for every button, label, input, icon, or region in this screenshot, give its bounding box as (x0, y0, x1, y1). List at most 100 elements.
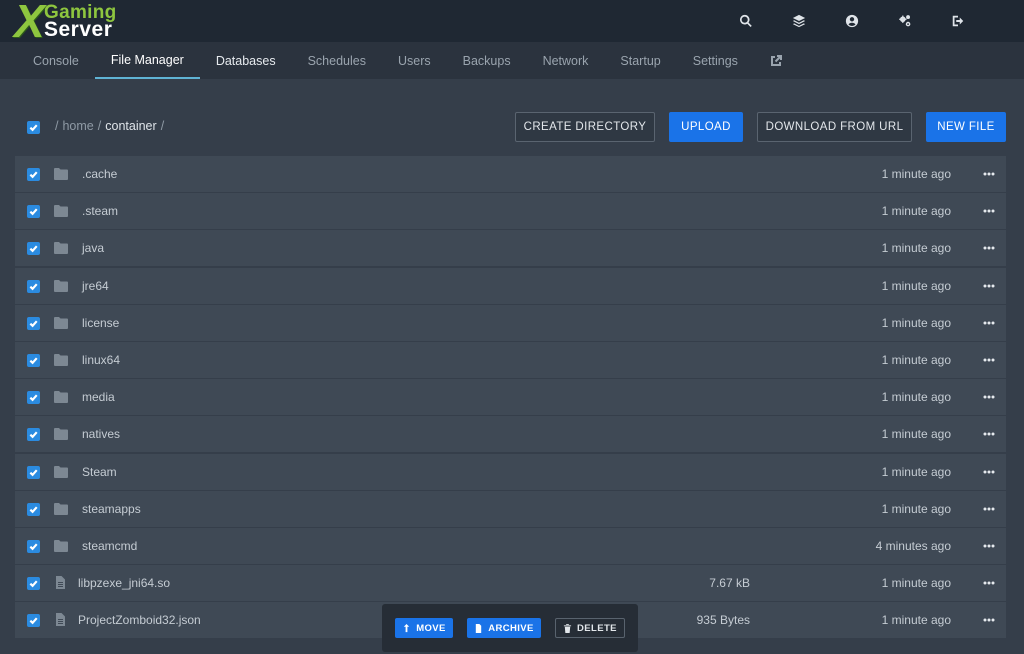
ellipsis-icon[interactable] (982, 166, 996, 182)
file-name[interactable]: steamcmd (82, 539, 137, 553)
delete-label: DELETE (577, 622, 617, 634)
move-button[interactable]: MOVE (395, 618, 453, 638)
file-row[interactable]: libpzexe_jni64.so 7.67 kB 1 minute ago (15, 565, 1006, 602)
file-icon (53, 613, 67, 627)
tab-schedules[interactable]: Schedules (292, 42, 382, 79)
create-directory-button[interactable]: CREATE DIRECTORY (515, 112, 655, 142)
file-modified: 1 minute ago (881, 464, 951, 479)
row-checkbox[interactable] (27, 465, 40, 479)
download-from-url-button[interactable]: DOWNLOAD FROM URL (757, 112, 912, 142)
file-modified: 1 minute ago (881, 278, 951, 293)
breadcrumb-separator: / (55, 119, 59, 133)
file-modified: 1 minute ago (881, 315, 951, 330)
tab-file-manager[interactable]: File Manager (94, 42, 200, 79)
folder-row[interactable]: .cache 1 minute ago (15, 156, 1006, 192)
row-checkbox[interactable] (27, 428, 40, 442)
row-checkbox[interactable] (27, 242, 40, 256)
ellipsis-icon[interactable] (982, 612, 996, 628)
tab-console[interactable]: Console (17, 42, 95, 79)
ellipsis-icon[interactable] (982, 278, 996, 294)
folder-row[interactable]: jre64 1 minute ago (15, 267, 1006, 304)
ellipsis-icon[interactable] (982, 426, 996, 442)
folder-icon (54, 167, 68, 180)
file-name[interactable]: Steam (82, 465, 117, 479)
folder-row[interactable]: steamapps 1 minute ago (15, 490, 1006, 527)
folder-row[interactable]: natives 1 minute ago (15, 416, 1006, 453)
breadcrumb-home[interactable]: home (62, 119, 93, 133)
folder-row[interactable]: linux64 1 minute ago (15, 341, 1006, 378)
folder-row[interactable]: java 1 minute ago (15, 230, 1006, 267)
tab-users[interactable]: Users (382, 42, 447, 79)
archive-label: ARCHIVE (488, 622, 534, 634)
cogs-icon[interactable] (878, 0, 931, 42)
file-size: 935 Bytes (696, 613, 750, 628)
archive-button[interactable]: ARCHIVE (467, 618, 541, 638)
tab-backups[interactable]: Backups (447, 42, 527, 79)
ellipsis-icon[interactable] (982, 389, 996, 405)
ellipsis-icon[interactable] (982, 240, 996, 256)
file-name[interactable]: ProjectZomboid32.json (78, 613, 201, 627)
row-checkbox[interactable] (27, 391, 40, 405)
breadcrumb-separator: / (97, 119, 102, 133)
file-modified: 1 minute ago (881, 241, 951, 256)
folder-icon (54, 316, 68, 329)
row-checkbox[interactable] (27, 353, 40, 367)
row-checkbox[interactable] (27, 614, 40, 628)
folder-icon (54, 539, 68, 552)
file-name[interactable]: license (82, 316, 119, 330)
external-link-icon[interactable] (754, 42, 798, 79)
tab-startup[interactable]: Startup (604, 42, 676, 79)
ellipsis-icon[interactable] (982, 501, 996, 517)
file-modified: 1 minute ago (881, 576, 951, 591)
file-modified: 1 minute ago (881, 427, 951, 442)
ellipsis-icon[interactable] (982, 575, 996, 591)
logo[interactable]: X Gaming Server (14, 0, 126, 44)
top-icon-bar (719, 0, 984, 42)
row-checkbox[interactable] (27, 316, 40, 330)
folder-icon (54, 465, 68, 478)
new-file-button[interactable]: NEW FILE (926, 112, 1006, 142)
layers-icon[interactable] (772, 0, 825, 42)
tab-databases[interactable]: Databases (200, 42, 292, 79)
tab-settings[interactable]: Settings (677, 42, 754, 79)
logo-text-bottom: Server (44, 18, 113, 41)
logo-mark: X (14, 0, 45, 47)
file-name[interactable]: jre64 (82, 279, 109, 293)
row-checkbox[interactable] (27, 539, 40, 553)
folder-row[interactable]: license 1 minute ago (15, 304, 1006, 341)
upload-button[interactable]: UPLOAD (669, 112, 743, 142)
row-checkbox[interactable] (27, 279, 40, 293)
folder-row[interactable]: steamcmd 4 minutes ago (15, 527, 1006, 564)
ellipsis-icon[interactable] (982, 315, 996, 331)
file-name[interactable]: media (82, 390, 115, 404)
move-label: MOVE (416, 622, 446, 634)
ellipsis-icon[interactable] (982, 352, 996, 368)
row-checkbox[interactable] (27, 168, 40, 181)
folder-row[interactable]: Steam 1 minute ago (15, 453, 1006, 490)
file-name[interactable]: libpzexe_jni64.so (78, 576, 170, 590)
sign-out-icon[interactable] (931, 0, 984, 42)
file-name[interactable]: steamapps (82, 502, 141, 516)
row-checkbox[interactable] (27, 502, 40, 516)
ellipsis-icon[interactable] (982, 203, 996, 219)
move-icon (404, 623, 410, 632)
folder-icon (54, 241, 68, 255)
ellipsis-icon[interactable] (982, 464, 996, 480)
search-icon[interactable] (719, 0, 772, 42)
file-name[interactable]: .steam (82, 204, 118, 218)
top-bar: X Gaming Server (0, 0, 1024, 44)
file-name[interactable]: .cache (82, 167, 117, 181)
file-name[interactable]: java (82, 241, 104, 255)
select-all-checkbox[interactable] (27, 121, 40, 134)
user-icon[interactable] (825, 0, 878, 42)
row-checkbox[interactable] (27, 205, 40, 219)
folder-row[interactable]: media 1 minute ago (15, 379, 1006, 416)
row-checkbox[interactable] (27, 577, 40, 591)
delete-button[interactable]: DELETE (555, 618, 625, 638)
ellipsis-icon[interactable] (982, 538, 996, 554)
file-name[interactable]: natives (82, 427, 120, 441)
file-name[interactable]: linux64 (82, 353, 120, 367)
file-modified: 1 minute ago (881, 390, 951, 405)
tab-network[interactable]: Network (527, 42, 605, 79)
folder-row[interactable]: .steam 1 minute ago (15, 193, 1006, 230)
